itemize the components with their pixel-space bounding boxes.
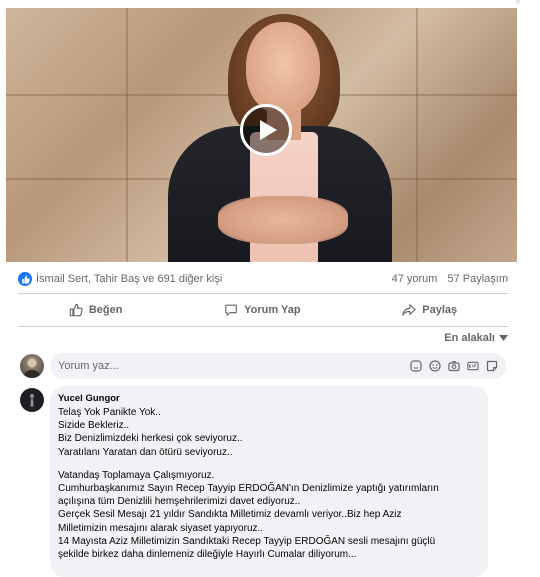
comment-line: Cumhurbaşkanımız Sayın Recep Tayyip ERDO… [58,483,439,495]
comment-line: Gerçek Sesil Mesajı 21 yıldır Sandıkta M… [58,509,402,521]
play-icon [260,120,277,140]
comment-author[interactable]: Yucel Gungor [58,393,480,404]
share-icon [402,304,416,316]
marble-seam [416,8,418,262]
comments-count[interactable]: 47 yorum [392,273,438,285]
comment-input-placeholder: Yorum yaz... [58,360,119,372]
comment-line: şekilde birkez daha dinlemeniz dileğiyle… [58,549,357,561]
post-card: İsmail Sert, Tahir Baş ve 691 diğer kişi… [4,0,517,577]
comment-line: Milletimizin mesajını alarak siyaset yap… [58,522,264,534]
like-badge-icon [18,272,32,286]
avatar-sticker-icon[interactable] [486,360,498,372]
marble-seam [126,8,128,262]
gif-icon[interactable] [467,360,479,372]
commenter-avatar[interactable] [20,388,44,412]
speaker-face [246,22,320,114]
action-bar: Beğen Yorum Yap Paylaş [18,296,508,324]
comment-line: Vatandaş Toplamaya Çalışmıyoruz. [58,469,215,481]
comment-line: Telaş Yok Panikte Yok.. [58,407,161,418]
share-button[interactable]: Paylaş [384,299,475,321]
divider [18,326,508,327]
post-stats: İsmail Sert, Tahir Baş ve 691 diğer kişi… [18,268,508,290]
avatar-silhouette [30,394,34,407]
speaker-hands [218,196,348,244]
current-user-avatar[interactable] [20,354,44,378]
thumbs-up-icon [69,303,83,317]
comment-line: Biz Denizlimizdeki herkesi çok seviyoruz… [58,433,243,445]
reactions-text: İsmail Sert, Tahir Baş ve 691 diğer kişi [36,273,223,285]
camera-icon[interactable] [448,360,460,372]
reactions-summary[interactable]: İsmail Sert, Tahir Baş ve 691 diğer kişi [18,272,222,286]
comment-line: açılışına tüm Denizlili hemşehrilerimizi… [58,496,301,508]
share-button-label: Paylaş [422,304,458,316]
comment-line: Sizide Bekleriz.. [58,420,130,432]
comment-button-label: Yorum Yap [244,304,301,316]
play-button[interactable] [240,104,292,156]
comment-input[interactable]: Yorum yaz... [50,353,506,379]
sticker-icon[interactable] [410,360,422,372]
post-video[interactable] [6,8,517,262]
sort-label: En alakalı [444,332,495,344]
comment-sort-dropdown[interactable]: En alakalı [444,332,508,344]
comment-icon [225,304,237,316]
like-button[interactable]: Beğen [51,299,141,321]
comment-line: 14 Mayısta Aziz Milletimizin Sandıktaki … [58,535,436,547]
comment-bubble: Yucel Gungor Telaş Yok Panikte Yok.. Siz… [50,386,488,577]
comment-button[interactable]: Yorum Yap [206,299,318,321]
avatar-silhouette [23,358,41,378]
divider [18,293,508,294]
like-button-label: Beğen [88,304,123,316]
emoji-icon[interactable] [429,360,441,372]
comment-line: Yaratılanı Yaratan dan ötürü seviyoruz.. [58,446,233,458]
shares-count[interactable]: 57 Paylaşım [447,273,508,285]
chevron-down-icon [499,335,508,341]
